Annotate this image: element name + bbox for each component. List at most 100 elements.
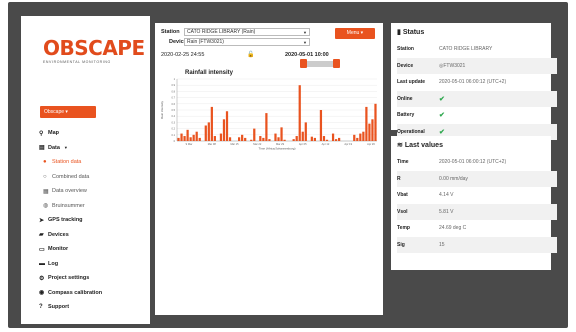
bar: [210, 106, 213, 141]
menu-button[interactable]: Menu ▾: [335, 28, 375, 39]
sidebar-item-label: Bruinsummer: [52, 202, 85, 209]
last_values-row: R 0.00 mm/day: [397, 170, 557, 187]
bar: [207, 122, 210, 141]
sidebar-item-map[interactable]: ⚲ Map: [39, 126, 159, 141]
status-row: Station CATO RIDGE LIBRARY: [397, 41, 557, 57]
last-values-panel: ≋ Last values Time 2020-05-01 06:00:12 (U…: [391, 136, 557, 270]
x-tick-label: Mar 08: [208, 142, 217, 146]
sidebar-item-label: Monitor: [48, 246, 69, 253]
last_values-key: Temp: [397, 225, 410, 231]
status-value: CATO RIDGE LIBRARY: [439, 46, 493, 52]
check-icon: ✔: [439, 95, 445, 103]
status-key: Station: [397, 46, 414, 52]
status-row: Last update 2020-05-01 06:00:12 (UTC+2): [397, 74, 557, 90]
last_values-value: 0.00 mm/day: [439, 175, 468, 182]
y-tick-label: 0.9: [172, 84, 176, 87]
caret-down-icon: ▼: [63, 145, 68, 151]
y-tick-label: 1: [174, 78, 176, 81]
bar: [195, 131, 198, 141]
sidebar-item-combined-data[interactable]: ○ Combined data: [39, 170, 159, 185]
sidebar-item-data-overview[interactable]: ▦ Data overview: [39, 184, 159, 199]
sidebar-item-label: Combined data: [52, 173, 90, 180]
sidebar-item-project-settings[interactable]: ⚙ Project settings: [39, 271, 159, 286]
location-icon: ●: [43, 159, 47, 166]
sidebar-item-bruinsummer[interactable]: ◍ Bruinsummer: [39, 199, 159, 214]
logo: OBSCAPE ENVIRONMENTAL MONITORING: [43, 37, 145, 64]
sidebar-item-label: Station data: [52, 159, 82, 166]
last_values-key: R: [397, 175, 401, 182]
battery-icon: ▮: [397, 29, 401, 36]
map-marker-icon: ⚲: [39, 130, 44, 137]
y-tick-label: 0.2: [172, 128, 176, 131]
sidebar-item-compass-calibration[interactable]: ◉ Compass calibration: [39, 286, 159, 301]
status-row: Device ◎ FTW3021: [397, 57, 557, 74]
status-key: Battery: [397, 112, 415, 118]
last_values-row: Temp 24.69 deg C: [397, 220, 557, 236]
x-tick-label: Apr 05: [299, 142, 307, 146]
sidebar-item-label: Map: [48, 130, 59, 137]
sidebar-item-data[interactable]: ▤ Data ▼: [39, 141, 159, 156]
y-tick-label: 0: [174, 140, 176, 143]
logo-subtitle: ENVIRONMENTAL MONITORING: [43, 60, 111, 64]
last_values-value: 5.81 V: [439, 208, 454, 215]
sidebar-item-label: GPS tracking: [48, 217, 83, 224]
last_values-value: 24.69 deg C: [439, 225, 467, 231]
sidebar-item-label: Support: [48, 304, 70, 311]
x-axis-label: Time (Africa/Johannesburg): [259, 147, 296, 151]
grid-icon: ▦: [43, 188, 49, 195]
slider-handle-start[interactable]: [300, 59, 307, 68]
bar: [334, 139, 338, 141]
slider-handle-end[interactable]: [333, 59, 340, 68]
last_values-key: Vsol: [397, 208, 408, 215]
question-icon: ?: [39, 304, 43, 311]
status-key: Operational: [397, 128, 425, 135]
project-dropdown[interactable]: Obscape ▾: [40, 106, 96, 118]
last_values-value: 4.14 V: [439, 192, 454, 198]
bar: [219, 133, 223, 141]
last_values-row: Time 2020-05-01 06:00:12 (UTC+2): [397, 154, 557, 170]
status-row: Online ✔: [397, 90, 557, 107]
station-select[interactable]: CATO RIDGE LIBRARY (Rain) ▼: [184, 28, 310, 36]
date-end[interactable]: 2020-05-01 10:00: [285, 52, 329, 58]
bar: [374, 103, 377, 141]
bar: [319, 110, 323, 141]
status-row: Battery ✔: [397, 107, 557, 123]
sidebar-item-support[interactable]: ? Support: [39, 300, 159, 315]
sidebar-item-label: Data: [48, 144, 60, 151]
rainfall-chart: 0 0.1 0.2 0.3 0.4 0.5 0.6 0.7 0.8 0.9 1 9 Mar Mar 08…: [160, 78, 377, 151]
status-key: Last update: [397, 79, 426, 85]
bar: [362, 131, 365, 141]
sidebar-item-devices[interactable]: ▰ Devices: [39, 228, 159, 243]
sidebar-item-gps-tracking[interactable]: ➤ GPS tracking: [39, 213, 159, 228]
last-values-title: ≋ Last values: [397, 141, 443, 149]
y-axis-label: Rain intensity: [160, 100, 164, 119]
last_values-key: Vbat: [397, 192, 408, 198]
station-select-value: CATO RIDGE LIBRARY (Rain): [187, 29, 256, 35]
bar: [331, 133, 335, 141]
x-tick-label: Mar 15: [230, 142, 239, 146]
sidebar-item-monitor[interactable]: ▭ Monitor: [39, 242, 159, 257]
check-icon: ✔: [439, 112, 445, 119]
send-icon: ➤: [39, 217, 45, 224]
sidebar-item-label: Log: [48, 260, 59, 267]
sidebar-item-station-data[interactable]: ● Station data: [39, 155, 159, 170]
sidebar-item-log[interactable]: ▬ Log: [39, 257, 159, 272]
last_values-value: 2020-05-01 06:00:12 (UTC+2): [439, 159, 507, 165]
date-start[interactable]: 2020-02-25 24:55: [161, 52, 204, 58]
x-tick-label: Apr 12: [322, 142, 330, 146]
chevron-down-icon: ▼: [303, 40, 307, 45]
bar: [177, 137, 180, 141]
lock-icon[interactable]: 🔓: [247, 51, 254, 58]
status-title-text: Status: [402, 29, 425, 36]
y-tick-label: 0.3: [172, 121, 176, 124]
bar: [310, 136, 313, 141]
station-label: Station: [161, 29, 180, 35]
device-select[interactable]: Rain (FTW3021) ▼: [184, 38, 310, 46]
car-icon: ▰: [39, 232, 44, 239]
bar: [371, 119, 374, 141]
bar: [325, 139, 329, 141]
bar: [192, 134, 195, 141]
last_values-value: 15: [439, 241, 445, 248]
bar: [250, 139, 253, 141]
bar: [368, 123, 371, 141]
